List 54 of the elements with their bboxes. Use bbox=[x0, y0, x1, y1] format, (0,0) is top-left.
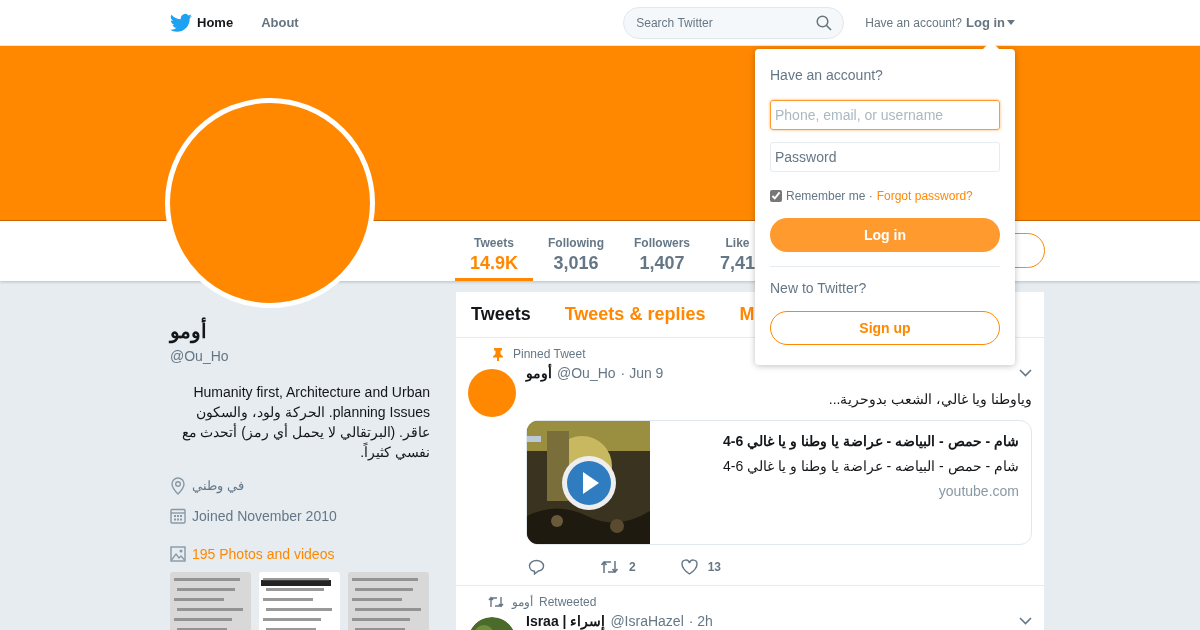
timeline-tab[interactable]: Tweets bbox=[471, 301, 531, 328]
retweet-icon[interactable] bbox=[600, 560, 619, 574]
pin-icon bbox=[492, 347, 504, 361]
retweet-icon bbox=[488, 596, 504, 608]
tweet-context-label: Retweeted bbox=[539, 594, 597, 611]
retweet-count: 2 bbox=[629, 559, 636, 576]
tweet-time[interactable]: · 2h bbox=[688, 610, 713, 630]
retweeter-name[interactable]: أومو bbox=[512, 593, 533, 611]
tweet-author-handle[interactable]: @Ou_Ho bbox=[557, 362, 616, 384]
signup-button[interactable]: Sign up bbox=[770, 311, 1000, 345]
tweet-author-name[interactable]: Israa | إسراء bbox=[526, 610, 606, 630]
reply-icon[interactable] bbox=[528, 559, 545, 575]
card-description: شام - حمص - البياضه - عراضة يا وطنا و يا غالي 6-4 bbox=[722, 457, 1019, 477]
caret-icon bbox=[1007, 20, 1015, 25]
like-count: 13 bbox=[707, 559, 722, 576]
stat-tab[interactable]: Tweets 14.9K bbox=[455, 221, 533, 281]
play-button-icon[interactable] bbox=[561, 455, 617, 511]
search-icon[interactable] bbox=[816, 14, 833, 31]
card-title: شام - حمص - البياضه - عراضة يا وطنا و يا غالي 6-4 bbox=[722, 432, 1019, 452]
photo-icon bbox=[170, 546, 186, 562]
account-prompt: Have an account? bbox=[865, 14, 962, 32]
chevron-down-icon[interactable] bbox=[1019, 617, 1032, 625]
search-field[interactable]: Search Twitter bbox=[623, 6, 845, 39]
tweet-text: وياوطنا ويا غالي، الشعب بدوحرية... bbox=[827, 390, 1032, 410]
avatar[interactable] bbox=[468, 369, 516, 417]
remember-label: Remember me · bbox=[786, 188, 873, 205]
profile-handle: @Ou_Ho bbox=[170, 347, 230, 366]
location-text: في وطني bbox=[192, 477, 244, 496]
tweet-author-handle[interactable]: @IsraHazel bbox=[610, 610, 684, 630]
chevron-down-icon[interactable] bbox=[1019, 369, 1032, 377]
password-field[interactable]: Password bbox=[770, 142, 1000, 172]
stat-tab[interactable]: Followers 1,407 bbox=[619, 221, 705, 281]
remember-checkbox[interactable] bbox=[770, 190, 782, 202]
timeline-tab[interactable]: M bbox=[739, 301, 755, 328]
location-pin-icon bbox=[170, 476, 186, 495]
calendar-icon bbox=[170, 508, 186, 524]
tweet-time[interactable]: · Jun 9 bbox=[620, 362, 664, 384]
nav-link[interactable]: About bbox=[261, 12, 299, 33]
forgot-password-link[interactable]: Forgot password? bbox=[876, 187, 973, 205]
nav-link[interactable]: Home bbox=[197, 12, 234, 33]
joined-date: Joined November 2010 bbox=[192, 506, 337, 526]
tweet-author-name[interactable]: أومو bbox=[526, 362, 552, 384]
card-domain: youtube.com bbox=[937, 482, 1019, 501]
timeline-tab[interactable]: Tweets & replies bbox=[564, 301, 706, 328]
new-to-twitter-text: New to Twitter? bbox=[770, 279, 868, 298]
profile-name: أومو bbox=[170, 318, 430, 344]
username-field[interactable]: Phone, email, or username bbox=[770, 100, 1000, 130]
tweet-context-label: Pinned Tweet bbox=[513, 346, 586, 363]
bird-logo-icon[interactable] bbox=[170, 12, 192, 33]
profile-bio: Humanity first, Architecture and Urban planning Issues. الحركة ولود، والسكون عاقر. (البرتقالي لا يحمل أي رمز) أتحدث مع نفسي كثيراً. bbox=[180, 383, 430, 462]
login-link[interactable]: Log in bbox=[966, 12, 1015, 33]
dropdown-title: Have an account? bbox=[770, 66, 884, 85]
stat-tab[interactable]: Following 3,016 bbox=[533, 221, 619, 281]
heart-icon[interactable] bbox=[680, 559, 698, 575]
